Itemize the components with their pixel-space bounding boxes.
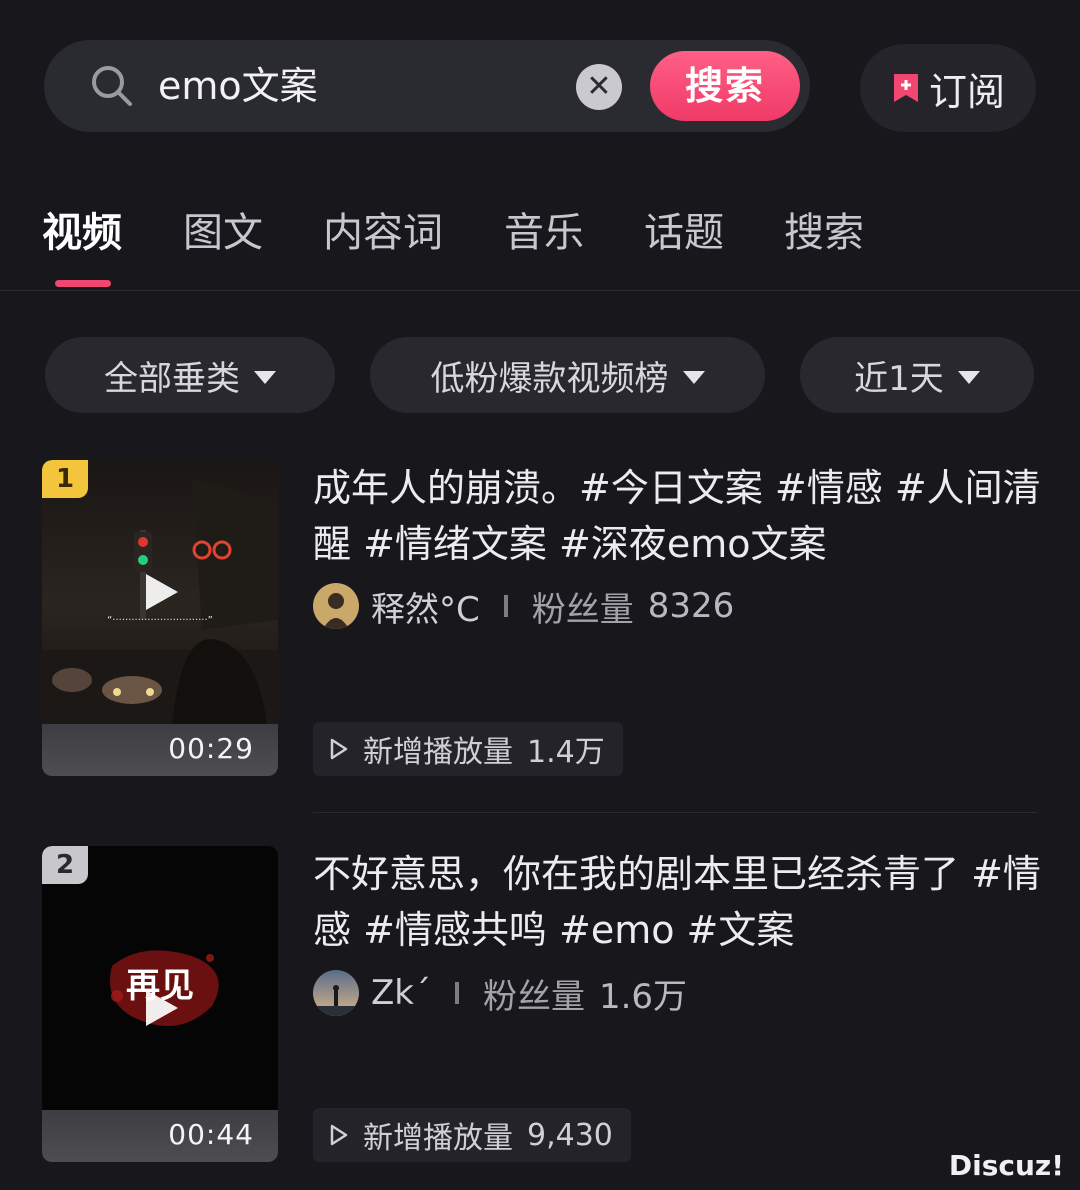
subscribe-button[interactable]: 订阅: [860, 44, 1036, 132]
category-tabs: 视频 图文 内容词 音乐 话题 搜索: [0, 200, 1080, 291]
fans-count: 8326: [647, 586, 735, 626]
video-thumbnail[interactable]: “······························” 1 00:29: [42, 460, 278, 776]
stat-value: 1.4万: [527, 735, 605, 770]
search-icon: [92, 66, 132, 106]
stat-label: 新增播放量: [363, 1121, 513, 1156]
duration-bar: 00:29: [42, 724, 278, 776]
video-title[interactable]: 成年人的崩溃。#今日文案 #情感 #人间清醒 #情绪文案 #深夜emo文案: [313, 460, 1043, 572]
filter-time-dropdown[interactable]: 近1天: [800, 337, 1034, 413]
author-row: Zk´ 粉丝量 1.6万: [313, 968, 687, 1018]
stat-value: 9,430: [527, 1117, 613, 1153]
video-duration: 00:44: [168, 1118, 254, 1151]
play-outline-icon: [330, 1124, 348, 1146]
tab-music[interactable]: 音乐: [504, 208, 584, 258]
fans-label: 粉丝量: [482, 976, 585, 1017]
filter-category-label: 全部垂类: [104, 358, 240, 399]
tab-content-words[interactable]: 内容词: [323, 208, 443, 258]
fans-label: 粉丝量: [531, 589, 634, 630]
separator: [503, 595, 508, 617]
stat-label: 新增播放量: [363, 735, 513, 770]
filter-ranking-label: 低粉爆款视频榜: [430, 358, 669, 399]
bookmark-plus-icon: [893, 74, 918, 102]
video-title[interactable]: 不好意思，你在我的剧本里已经杀青了 #情感 #情感共鸣 #emo #文案: [313, 846, 1043, 958]
video-duration: 00:29: [168, 732, 254, 765]
play-icon: [146, 574, 178, 610]
tab-search[interactable]: 搜索: [784, 208, 864, 258]
author-name[interactable]: Zk´: [371, 973, 431, 1013]
svg-text:“·····························: “······························”: [107, 615, 213, 626]
watermark: Discuz!: [948, 1149, 1064, 1182]
rank-badge: 1: [42, 460, 88, 498]
author-row: 释然°C 粉丝量 8326: [313, 581, 734, 631]
separator: [454, 982, 459, 1004]
filter-ranking-dropdown[interactable]: 低粉爆款视频榜: [370, 337, 765, 413]
play-outline-icon: [330, 738, 348, 760]
tab-topics[interactable]: 话题: [644, 208, 724, 258]
caret-down-icon: [682, 370, 705, 384]
play-count-chip: 新增播放量 1.4万: [313, 722, 623, 776]
caret-down-icon: [254, 370, 276, 384]
play-count-chip: 新增播放量 9,430: [313, 1108, 631, 1162]
subscribe-label: 订阅: [928, 69, 1005, 114]
list-divider: [313, 812, 1037, 813]
filter-time-label: 近1天: [854, 358, 944, 399]
tab-video[interactable]: 视频: [42, 208, 122, 258]
active-tab-indicator: [55, 280, 111, 287]
author-name[interactable]: 释然°C: [371, 582, 480, 631]
play-icon: [146, 990, 178, 1026]
filter-category-dropdown[interactable]: 全部垂类: [45, 337, 335, 413]
duration-bar: 00:44: [42, 1110, 278, 1162]
search-bar[interactable]: emo文案 ✕ 搜索: [44, 40, 810, 132]
avatar[interactable]: [313, 970, 359, 1016]
fans-count: 1.6万: [598, 976, 688, 1017]
avatar[interactable]: [313, 583, 359, 629]
search-button[interactable]: 搜索: [650, 51, 800, 121]
rank-badge: 2: [42, 846, 88, 884]
search-input[interactable]: emo文案: [158, 62, 318, 110]
clear-icon[interactable]: ✕: [576, 64, 622, 110]
tab-image-text[interactable]: 图文: [183, 208, 263, 258]
video-thumbnail[interactable]: 再见 2 00:44: [42, 846, 278, 1162]
caret-down-icon: [957, 370, 980, 384]
